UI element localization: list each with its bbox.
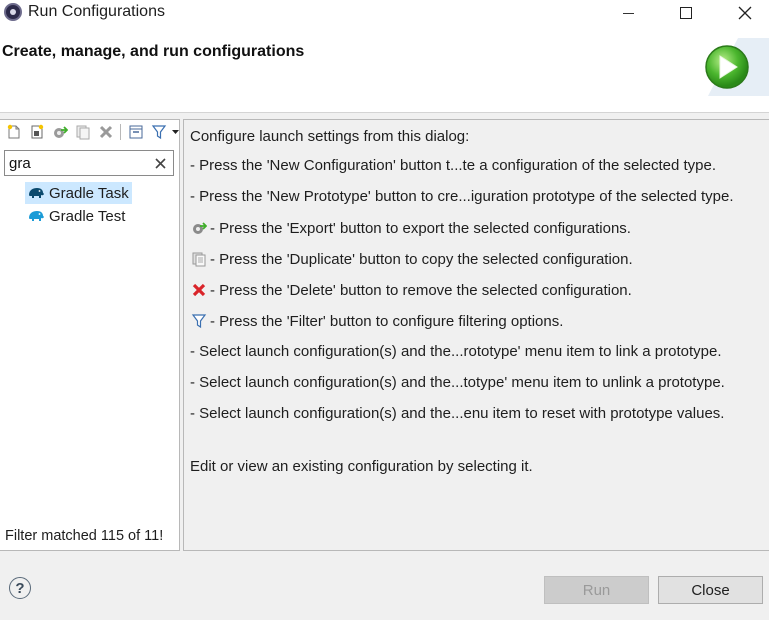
filter-button[interactable] bbox=[148, 122, 169, 142]
help-line-text: - Press the 'Filter' button to configure… bbox=[210, 312, 564, 330]
delete-button[interactable] bbox=[95, 122, 116, 142]
help-line-text: - Press the 'New Prototype' button to cr… bbox=[190, 188, 734, 205]
close-button[interactable]: Close bbox=[658, 576, 763, 604]
help-line-text: - Select launch configuration(s) and the… bbox=[190, 343, 722, 360]
clear-search-button[interactable] bbox=[151, 154, 169, 172]
gradle-elephant-icon bbox=[29, 188, 44, 198]
help-line-delete: - Press the 'Delete' button to remove th… bbox=[190, 281, 632, 299]
help-line-text: - Press the 'Export' button to export th… bbox=[210, 219, 631, 237]
help-line-text: - Select launch configuration(s) and the… bbox=[190, 374, 725, 391]
help-line-new-prototype: - Press the 'New Prototype' button to cr… bbox=[190, 188, 734, 205]
duplicate-icon bbox=[190, 250, 208, 268]
help-line-link-prototype: - Select launch configuration(s) and the… bbox=[190, 343, 721, 360]
window-title: Run Configurations bbox=[28, 3, 165, 20]
filter-input[interactable] bbox=[9, 153, 149, 173]
tree-item-gradle-test[interactable]: Gradle Test bbox=[25, 205, 132, 227]
header-title: Create, manage, and run configurations bbox=[2, 43, 305, 60]
new-configuration-button[interactable] bbox=[3, 122, 24, 142]
launch-config-toolbar bbox=[0, 120, 180, 144]
filter-status-text: Filter matched 115 of 11! bbox=[5, 528, 164, 544]
run-banner-icon bbox=[705, 38, 769, 96]
minimize-icon bbox=[622, 12, 634, 14]
help-intro: Configure launch settings from this dial… bbox=[190, 128, 470, 145]
duplicate-button[interactable] bbox=[72, 122, 93, 142]
help-line-unlink-prototype: - Select launch configuration(s) and the… bbox=[190, 374, 725, 391]
help-line-text: - Press the 'New Configuration' button t… bbox=[190, 157, 717, 174]
export-icon bbox=[53, 126, 68, 138]
maximize-icon bbox=[680, 7, 692, 19]
collapse-all-button[interactable] bbox=[125, 122, 146, 142]
maximize-button[interactable] bbox=[663, 0, 709, 26]
help-line-reset-prototype: - Select launch configuration(s) and the… bbox=[190, 405, 724, 422]
duplicate-icon bbox=[76, 125, 89, 140]
clear-icon bbox=[154, 157, 166, 169]
help-line-text: - Press the 'Delete' button to remove th… bbox=[210, 281, 632, 299]
view-menu-button[interactable] bbox=[171, 122, 179, 142]
help-line-filter: - Press the 'Filter' button to configure… bbox=[190, 312, 563, 330]
help-line-new-configuration: - Press the 'New Configuration' button t… bbox=[190, 157, 716, 174]
filter-icon bbox=[190, 312, 208, 330]
help-line-text: - Press the 'Duplicate' button to copy t… bbox=[210, 250, 633, 268]
export-button[interactable] bbox=[49, 122, 70, 142]
export-icon bbox=[190, 219, 208, 237]
dialog-header: Create, manage, and run configurations bbox=[0, 26, 769, 113]
toolbar-separator bbox=[120, 124, 121, 140]
gradle-elephant-icon bbox=[29, 211, 44, 221]
tree-item-gradle-task[interactable]: Gradle Task bbox=[25, 182, 132, 204]
run-button[interactable]: Run bbox=[544, 576, 649, 604]
title-bar: Run Configurations bbox=[0, 0, 769, 26]
minimize-button[interactable] bbox=[605, 0, 651, 26]
help-button[interactable]: ? bbox=[9, 577, 31, 599]
tree-item-label: Gradle Task bbox=[49, 184, 129, 202]
new-prototype-button[interactable] bbox=[26, 122, 47, 142]
help-line-text: - Select launch configuration(s) and the… bbox=[190, 405, 725, 422]
filter-icon bbox=[151, 125, 166, 140]
eclipse-app-icon bbox=[4, 3, 22, 21]
view-menu-icon bbox=[171, 129, 179, 134]
collapse-all-icon bbox=[129, 125, 142, 139]
help-line-export: - Press the 'Export' button to export th… bbox=[190, 219, 631, 237]
help-panel: Configure launch settings from this dial… bbox=[183, 119, 769, 551]
new-configuration-icon bbox=[7, 124, 19, 139]
help-footer: Edit or view an existing configuration b… bbox=[190, 458, 533, 475]
new-prototype-icon bbox=[31, 124, 43, 139]
search-box bbox=[4, 150, 174, 176]
delete-icon bbox=[190, 281, 208, 299]
configuration-list-panel: Gradle Task Gradle Test Filter matched 1… bbox=[0, 119, 180, 551]
tree-item-label: Gradle Test bbox=[49, 207, 126, 225]
help-line-duplicate: - Press the 'Duplicate' button to copy t… bbox=[190, 250, 633, 268]
close-icon bbox=[738, 6, 752, 20]
close-window-button[interactable] bbox=[722, 0, 768, 26]
delete-icon bbox=[99, 125, 112, 139]
